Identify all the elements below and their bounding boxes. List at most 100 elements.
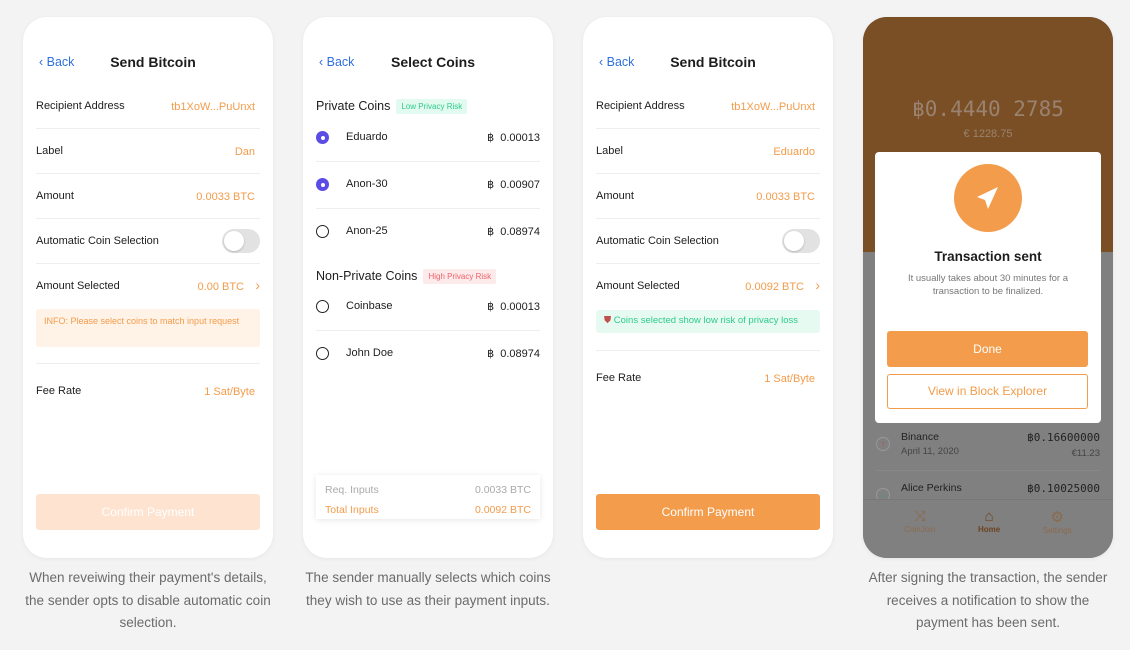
caption: When reveiwing their payment's details, … [25,570,271,630]
tab-settings[interactable]: ⚙ Settings [1043,508,1072,558]
amount-row[interactable]: Amount 0.0033 BTC [36,174,260,219]
amount-selected-row[interactable]: Amount Selected 0.00 BTC › [36,264,260,309]
bitcoin-icon: ฿ [487,226,495,238]
coin-row[interactable]: Coinbase ฿ 0.00013 [316,284,540,331]
coin-amount: ฿ 0.00013 [487,131,540,144]
amount-selected-row[interactable]: Amount Selected 0.0092 BTC › [596,264,820,309]
recipient-row[interactable]: Recipient Address tb1XoW...PuUnxt [36,84,260,129]
phone-send-bitcoin-2: ‹ Back Send Bitcoin Recipient Address tb1… [583,17,833,558]
label: Label [36,145,63,157]
confirm-payment-button[interactable]: Confirm Payment [596,494,820,530]
value: 0.00 BTC [197,281,244,293]
coin-row[interactable]: John Doe ฿ 0.08974 [316,331,540,378]
shield-icon: ⛊ [604,315,612,326]
label: Amount Selected [596,280,680,292]
recipient-row[interactable]: Recipient Address tb1XoW...PuUnxt [596,84,820,129]
coin-amount: ฿ 0.08974 [487,225,540,238]
label: Recipient Address [36,100,125,112]
transaction-sent-modal: Transaction sent It usually takes about … [875,152,1101,423]
fee-row[interactable]: Fee Rate 1 Sat/Byte [596,356,820,401]
tab-bar: ⤨ CoinJoin ⌂ Home ⚙ Settings [863,499,1113,558]
tx-fiat: €11.23 [1071,448,1100,459]
home-icon: ⌂ [984,508,994,525]
view-block-explorer-button[interactable]: View in Block Explorer [887,374,1088,409]
tab-label: Home [977,525,1001,534]
send-icon [954,164,1022,232]
caption: The sender manually selects which coins … [305,570,551,608]
tab-home[interactable]: ⌂ Home [978,508,1000,558]
coin-name: Anon-25 [346,225,388,237]
phone-transaction-sent: ฿0.4440 2785 € 1228.75 ↑ Binance April 1… [863,17,1113,558]
amount: 0.00907 [500,179,540,191]
done-button[interactable]: Done [887,331,1088,367]
req-value: 0.0033 BTC [474,484,531,496]
bitcoin-icon: ฿ [487,132,495,144]
coin-row[interactable]: Anon-30 ฿ 0.00907 [316,162,540,209]
value: tb1XoW...PuUnxt [171,101,255,113]
radio-selected[interactable] [316,178,329,191]
page-title: Send Bitcoin [670,54,756,70]
value: 0.0092 BTC [745,281,804,293]
caption: After signing the transaction, the sende… [868,570,1108,630]
divider [36,363,260,364]
divider [876,470,1100,471]
label: Fee Rate [36,385,82,397]
shuffle-icon: ⤨ [913,508,926,525]
coin-row[interactable]: Anon-25 ฿ 0.08974 [316,209,540,256]
value: Dan [234,146,255,158]
fee-row[interactable]: Fee Rate 1 Sat/Byte [36,369,260,414]
total-label: Total Inputs [325,504,379,516]
auto-coin-toggle[interactable] [222,229,260,253]
coin-row[interactable]: Eduardo ฿ 0.00013 [316,115,540,162]
label: Amount Selected [36,280,120,292]
coin-name: Anon-30 [346,178,388,190]
coin-name: Coinbase [346,300,393,312]
label: Automatic Coin Selection [596,235,719,247]
arrow-up-icon: ↑ [876,437,890,451]
balance: ฿0.4440 2785 [912,97,1064,121]
label: Fee Rate [596,372,642,384]
notice-text: Coins selected show low risk of privacy … [613,315,799,326]
tx-date: April 11, 2020 [901,446,959,457]
phone-select-coins: ‹ Back Select Coins Private Coins Low Pri… [303,17,553,558]
page-title: Send Bitcoin [110,54,196,70]
amount: 0.08974 [500,226,540,238]
chevron-right-icon: › [815,277,820,293]
bitcoin-icon: ฿ [487,179,495,191]
coin-amount: ฿ 0.00013 [487,300,540,313]
auto-coin-toggle[interactable] [782,229,820,253]
fiat-balance: € 1228.75 [963,128,1013,140]
tab-coinjoin[interactable]: ⤨ CoinJoin [904,508,935,558]
auto-coin-row: Automatic Coin Selection [596,219,820,264]
amount: 0.00013 [500,301,540,313]
tx-amount: ฿0.16600000 [1027,431,1100,444]
confirm-payment-button[interactable]: Confirm Payment [36,494,260,530]
tab-label: CoinJoin [904,525,936,534]
label: Automatic Coin Selection [36,235,159,247]
radio-unselected[interactable] [316,225,329,238]
bitcoin-icon: ฿ [487,301,495,313]
total-value: 0.0092 BTC [474,504,531,516]
amount: 0.08974 [500,348,540,360]
section-title: Non-Private Coins [316,269,418,283]
low-risk-badge: Low Privacy Risk [396,99,468,115]
radio-unselected[interactable] [316,300,329,313]
amount-row[interactable]: Amount 0.0033 BTC [596,174,820,219]
value: 1 Sat/Byte [764,373,815,385]
phone-send-bitcoin-1: ‹ Back Send Bitcoin Recipient Address tb1… [23,17,273,558]
section-title: Private Coins [316,99,391,113]
tx-name: Alice Perkins [901,482,962,494]
divider [596,350,820,351]
auto-coin-row: Automatic Coin Selection [36,219,260,264]
privacy-notice: ⛊ Coins selected show low risk of privac… [596,310,820,333]
label: Amount [596,190,634,202]
label-row[interactable]: Label Dan [36,129,260,174]
private-coins-header: Private Coins Low Privacy Risk [316,99,468,115]
tx-name: Binance [901,431,939,443]
label: Amount [36,190,74,202]
radio-selected[interactable] [316,131,329,144]
label-row[interactable]: Label Eduardo [596,129,820,174]
gear-icon: ⚙ [1050,509,1064,526]
radio-unselected[interactable] [316,347,329,360]
label: Recipient Address [596,100,685,112]
